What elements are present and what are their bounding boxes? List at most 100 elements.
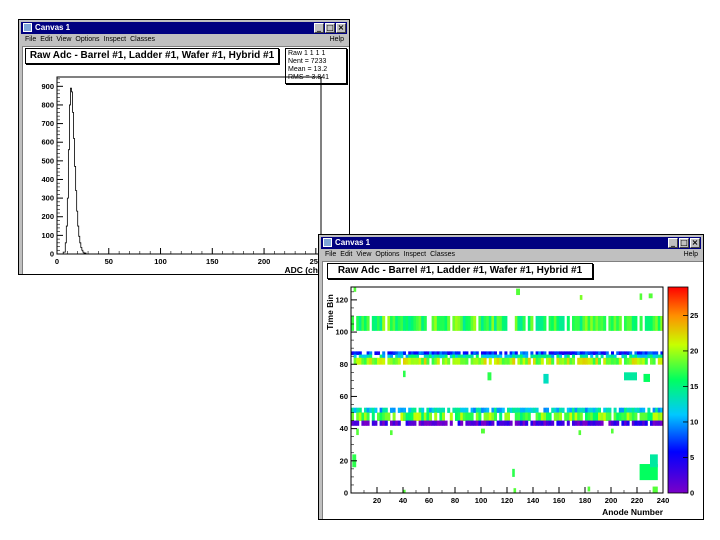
heatmap-band-cell <box>631 407 635 413</box>
menu-help[interactable]: Help <box>330 35 344 45</box>
menu-view[interactable]: View <box>356 250 371 260</box>
menu-edit[interactable]: Edit <box>340 250 352 260</box>
heatmap-band-cell <box>442 412 445 421</box>
heatmap-band-cell <box>366 351 370 355</box>
heatmap-band-cell <box>361 420 365 426</box>
menu-inspect[interactable]: Inspect <box>104 35 127 45</box>
heatmap-band-cell <box>618 357 622 365</box>
histogram-canvas[interactable]: Raw Adc - Barrel #1, Ladder #1, Wafer #1… <box>22 46 349 274</box>
heatmap-band-cell <box>611 357 614 365</box>
close-button[interactable]: × <box>336 23 346 33</box>
heatmap-band-cell <box>452 407 456 413</box>
heatmap-band-cell <box>548 351 552 355</box>
heatmap-band-cell <box>652 315 656 331</box>
heatmap-band-cell <box>629 412 633 421</box>
heatmap-band-cell <box>535 420 539 426</box>
x-tick-label: 50 <box>105 257 113 266</box>
heatmap-band-cell <box>397 420 401 426</box>
heatmap-band-cell <box>522 412 526 421</box>
heatmap-band-cell <box>462 407 466 413</box>
heatmap-band-cell <box>449 351 453 355</box>
menu-help[interactable]: Help <box>684 250 698 260</box>
heatmap-band-cell <box>652 357 656 365</box>
heatmap-band-cell <box>460 315 464 331</box>
maximize-button[interactable]: □ <box>325 23 335 33</box>
heatmap-band-cell <box>647 354 651 359</box>
heatmap-band-cell <box>358 351 362 355</box>
heatmap-canvas[interactable]: Raw Adc - Barrel #1, Ladder #1, Wafer #1… <box>322 261 703 519</box>
heatmap-band-cell <box>605 412 609 421</box>
heatmap-band-cell <box>371 412 375 421</box>
heatmap-band-cell <box>525 357 529 365</box>
heatmap-band-cell <box>483 407 487 413</box>
heatmap-band-cell <box>481 420 484 426</box>
heatmap-band-cell <box>465 407 469 413</box>
heatmap-band-cell <box>442 315 445 331</box>
heatmap-band-cell <box>481 351 484 355</box>
menu-view[interactable]: View <box>56 35 71 45</box>
heatmap-band-cell <box>642 354 646 359</box>
heatmap-band-cell <box>556 407 560 413</box>
heatmap-band-cell <box>522 357 526 365</box>
heatmap-blob <box>481 428 485 434</box>
heatmap-band-cell <box>395 354 399 359</box>
heatmap-band-cell <box>561 407 565 413</box>
heatmap-band-cell <box>369 354 373 359</box>
menu-inspect[interactable]: Inspect <box>404 250 427 260</box>
heatmap-band-cell <box>647 315 651 331</box>
heatmap-band-cell <box>364 412 367 421</box>
close-button[interactable]: × <box>690 238 700 248</box>
heatmap-band-cell <box>608 412 612 421</box>
heatmap-band-cell <box>514 351 518 355</box>
menu-file[interactable]: File <box>25 35 36 45</box>
heatmap-blob <box>403 370 406 378</box>
heatmap-band-cell <box>462 351 466 355</box>
minimize-button[interactable]: _ <box>314 23 324 33</box>
heatmap-band-cell <box>491 315 495 331</box>
maximize-button[interactable]: □ <box>679 238 689 248</box>
heatmap-band-cell <box>429 420 432 426</box>
heatmap-blob <box>624 372 637 381</box>
heatmap-band-cell <box>603 315 607 331</box>
heatmap-band-cell <box>390 354 393 359</box>
heatmap-band-cell <box>517 420 521 426</box>
heatmap-band-cell <box>483 412 487 421</box>
heatmap-band-cell <box>374 315 378 331</box>
adc-histogram-chart: 0 100 200 300 400 500 600 700 800 900 0 50 100 150 200… <box>41 76 343 274</box>
heatmap-band-cell <box>525 420 529 426</box>
menu-options[interactable]: Options <box>75 35 99 45</box>
menu-edit[interactable]: Edit <box>40 35 52 45</box>
menu-classes[interactable]: Classes <box>430 250 455 260</box>
heatmap-band-cell <box>382 412 386 421</box>
heatmap-blob <box>639 293 643 300</box>
heatmap-band-cell <box>592 412 596 421</box>
heatmap-band-cell <box>624 351 627 355</box>
menu-options[interactable]: Options <box>375 250 399 260</box>
heatmap-blob <box>652 486 658 493</box>
menu-classes[interactable]: Classes <box>130 35 155 45</box>
heatmap-band-cell <box>585 315 588 331</box>
heatmap-band-cell <box>501 357 505 365</box>
heatmap-band-cell <box>574 420 578 426</box>
color-scale-tick-label: 15 <box>690 382 698 391</box>
x-tick-label: 120 <box>501 496 514 505</box>
heatmap-band-cell <box>530 315 534 331</box>
minimize-button[interactable]: _ <box>668 238 678 248</box>
heatmap-band-cell <box>517 407 521 413</box>
heatmap-band-cell <box>525 412 529 421</box>
title-bar[interactable]: Canvas 1 _ □ × <box>21 22 347 34</box>
heatmap-band-cell <box>507 354 510 359</box>
plot-frame <box>56 76 322 255</box>
heatmap-band-cell <box>444 420 448 426</box>
title-bar[interactable]: Canvas 1 _ □ × <box>321 237 701 249</box>
heatmap-band-cell <box>408 315 412 331</box>
heatmap-band-cell <box>473 351 477 355</box>
heatmap-band-cell <box>603 357 607 365</box>
heatmap-band-cell <box>481 354 484 359</box>
heatmap-band-cell <box>436 351 440 355</box>
heatmap-band-cell <box>621 351 625 355</box>
heatmap-band-cell <box>644 351 648 355</box>
heatmap-band-cell <box>442 407 445 413</box>
menu-file[interactable]: File <box>325 250 336 260</box>
heatmap-band-cell <box>582 315 586 331</box>
